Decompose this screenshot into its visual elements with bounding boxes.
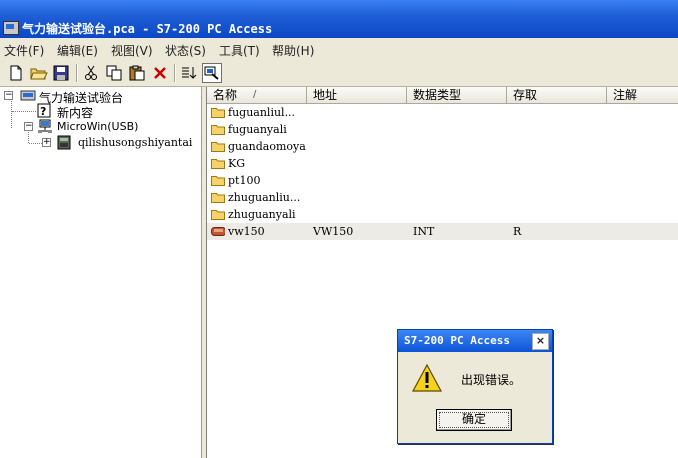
menu-bar: 文件(F) 编辑(E) 视图(V) 状态(S) 工具(T) 帮助(H) — [0, 38, 678, 60]
sort-indicator: / — [253, 89, 257, 100]
tree-line — [11, 99, 12, 128]
list-row-folder[interactable]: pt100 — [207, 172, 678, 189]
toolbar-separator — [174, 64, 176, 82]
col-address[interactable]: 地址 — [307, 87, 407, 103]
col-name-label: 名称 — [213, 88, 238, 102]
save-icon[interactable] — [51, 63, 71, 83]
col-name[interactable]: 名称 / — [207, 87, 307, 103]
folder-icon — [211, 125, 225, 135]
row-address: VW150 — [313, 225, 354, 238]
row-name: guandaomoya — [228, 140, 306, 153]
ok-button[interactable]: 确定 — [436, 409, 512, 431]
project-icon — [20, 90, 36, 101]
list-row-folder[interactable]: zhuguanliu... — [207, 189, 678, 206]
dialog-message: 出现错误。 — [461, 373, 522, 387]
svg-text:?: ? — [40, 105, 46, 118]
menu-view[interactable]: 视图(V) — [111, 42, 153, 59]
tree-item-station-label: qilishusongshiyantai — [78, 136, 193, 149]
dialog-title: S7-200 PC Access — [404, 334, 510, 347]
menu-file[interactable]: 文件(F) — [4, 42, 44, 59]
collapse-icon[interactable]: − — [4, 91, 13, 100]
toolbar — [0, 60, 678, 87]
expand-icon[interactable]: + — [42, 138, 51, 147]
folder-icon — [211, 142, 225, 152]
tag-item-icon — [211, 227, 225, 236]
tree-line — [28, 129, 29, 143]
menu-edit[interactable]: 编辑(E) — [57, 42, 98, 59]
close-icon[interactable]: × — [532, 333, 549, 350]
col-access[interactable]: 存取 — [507, 87, 607, 103]
collapse-icon[interactable]: − — [24, 122, 33, 131]
folder-icon — [211, 108, 225, 118]
tree-line — [29, 143, 42, 144]
help-icon: ? — [37, 103, 51, 118]
row-name: fuguanyali — [228, 123, 287, 136]
cut-icon[interactable] — [81, 63, 101, 83]
row-name: KG — [228, 157, 246, 170]
row-name: fuguanliul... — [228, 106, 296, 119]
plc-icon — [57, 135, 71, 150]
folder-icon — [211, 159, 225, 169]
new-file-icon[interactable] — [6, 63, 26, 83]
folder-icon — [211, 210, 225, 220]
list-row-folder[interactable]: fuguanyali — [207, 121, 678, 138]
row-name: vw150 — [228, 225, 265, 238]
app-icon — [3, 21, 19, 35]
title-bar: 气力输送试验台.pca - S7-200 PC Access — [0, 0, 678, 38]
focus-ring — [439, 412, 509, 428]
row-data-type: INT — [413, 225, 435, 238]
error-dialog: S7-200 PC Access × 出现错误。 确定 — [397, 329, 553, 444]
tree-item-plc-label: MicroWin(USB) — [57, 120, 139, 133]
row-access: R — [513, 225, 522, 238]
tree-line — [12, 111, 36, 112]
list-header: 名称 / 地址 数据类型 存取 注解 — [207, 87, 678, 104]
folder-icon — [211, 176, 225, 186]
delete-icon[interactable] — [150, 63, 170, 83]
test-client-icon[interactable] — [202, 63, 222, 83]
sort-icon[interactable] — [179, 63, 199, 83]
menu-status[interactable]: 状态(S) — [165, 42, 206, 59]
list-row-folder[interactable]: zhuguanyali — [207, 206, 678, 223]
col-data-type[interactable]: 数据类型 — [407, 87, 507, 103]
toolbar-separator — [76, 64, 78, 82]
col-comment[interactable]: 注解 — [607, 87, 678, 103]
tree-pane: − 气力输送试验台 ? 新内容 − MicroWin(USB) + qilish… — [0, 87, 201, 458]
list-row-item[interactable]: vw150 VW150 INT R — [207, 223, 678, 240]
folder-icon — [211, 193, 225, 203]
row-name: zhuguanyali — [228, 208, 296, 221]
warning-icon — [411, 363, 443, 392]
paste-icon[interactable] — [127, 63, 147, 83]
list-row-folder[interactable]: fuguanliul... — [207, 104, 678, 121]
menu-tools[interactable]: 工具(T) — [219, 42, 260, 59]
dialog-title-bar: S7-200 PC Access × — [398, 330, 552, 352]
tree-item-new-label: 新内容 — [57, 106, 94, 120]
window-title: 气力输送试验台.pca - S7-200 PC Access — [22, 22, 273, 36]
network-icon — [38, 119, 52, 133]
list-row-folder[interactable]: guandaomoya — [207, 138, 678, 155]
menu-help[interactable]: 帮助(H) — [272, 42, 314, 59]
row-name: pt100 — [228, 174, 261, 187]
list-row-folder[interactable]: KG — [207, 155, 678, 172]
row-name: zhuguanliu... — [228, 191, 301, 204]
open-folder-icon[interactable] — [29, 63, 49, 83]
copy-icon[interactable] — [104, 63, 124, 83]
